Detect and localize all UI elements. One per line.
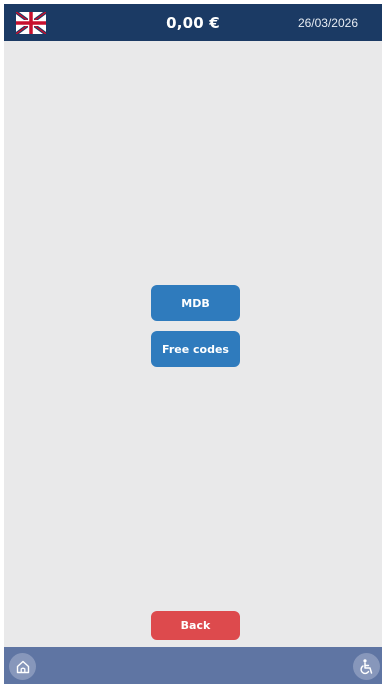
screen: 0,00 € 26/03/2026 MDB Free codes Back bbox=[4, 4, 382, 684]
home-icon[interactable] bbox=[9, 653, 36, 680]
free-codes-button[interactable]: Free codes bbox=[151, 331, 240, 367]
wheelchair-icon[interactable] bbox=[353, 653, 380, 680]
header-bar: 0,00 € 26/03/2026 bbox=[4, 4, 382, 41]
footer-bar bbox=[4, 647, 382, 684]
back-button[interactable]: Back bbox=[151, 611, 240, 640]
date-display: 26/03/2026 bbox=[297, 16, 358, 30]
mdb-button[interactable]: MDB bbox=[151, 285, 240, 321]
